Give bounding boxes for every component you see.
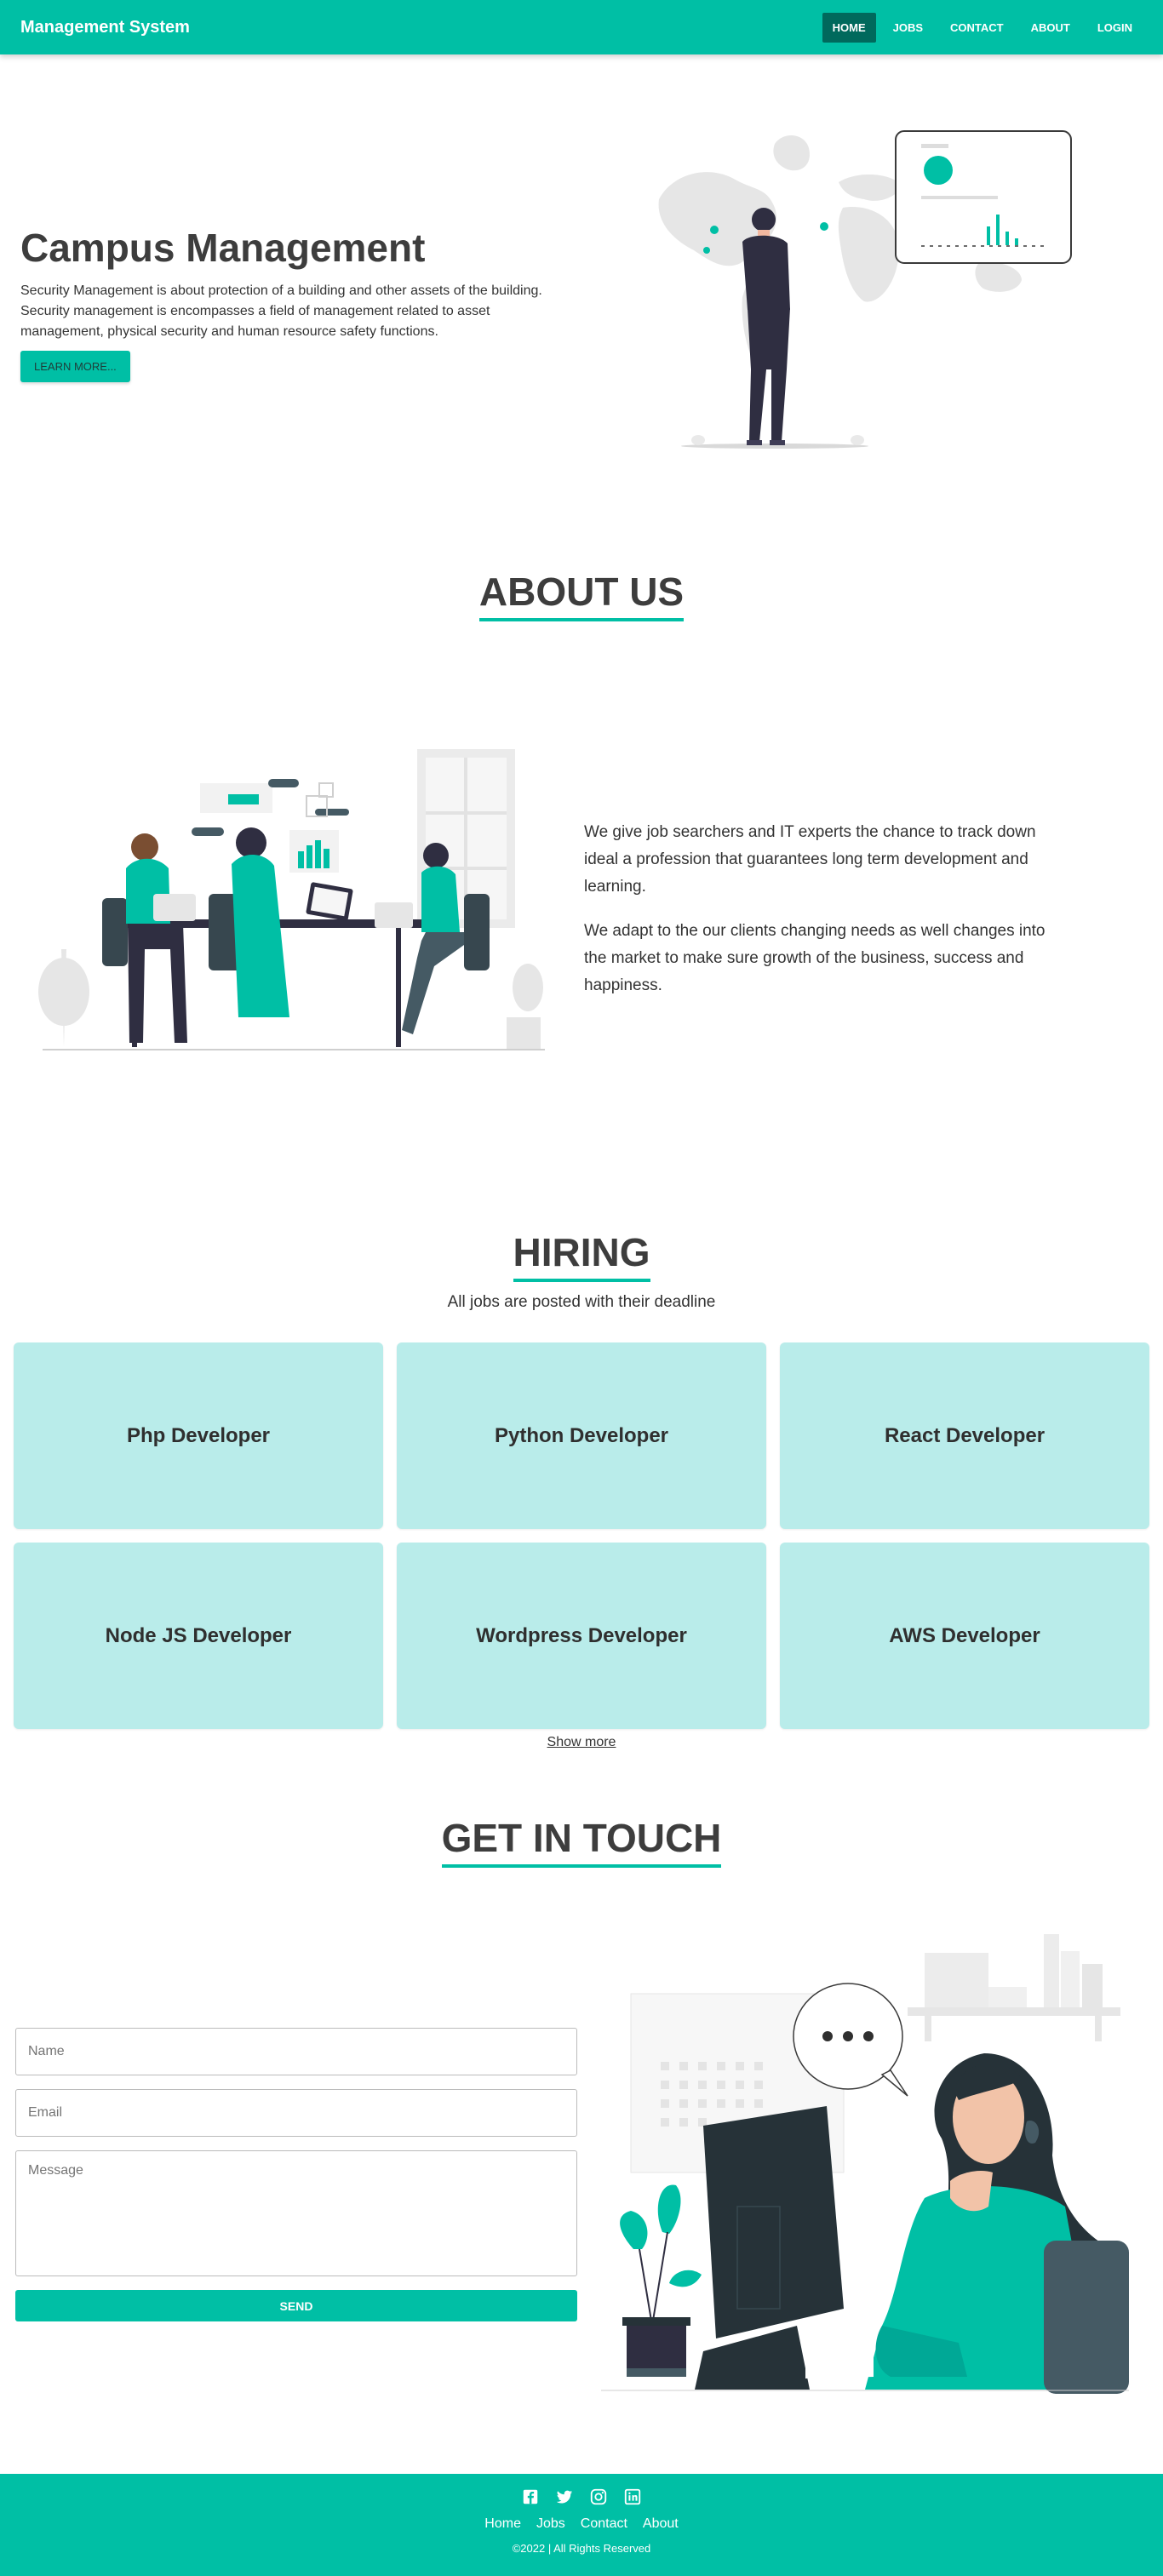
navbar: Management System HOME JOBS CONTACT ABOU… [0, 0, 1163, 54]
hero-title: Campus Management [20, 226, 426, 270]
linkedin-icon[interactable] [623, 2487, 642, 2506]
shelf-graphic [908, 1934, 1120, 2041]
about-title-wrap: ABOUT US [0, 569, 1163, 621]
brand-logo[interactable]: Management System [20, 18, 190, 37]
hiring-title-wrap: HIRING [0, 1229, 1163, 1282]
contact-title: GET IN TOUCH [441, 1815, 722, 1868]
hero-text: Campus Management Security Management is… [20, 225, 565, 382]
send-button[interactable]: SEND [15, 2290, 577, 2321]
twitter-icon[interactable] [555, 2487, 574, 2506]
nav-link-about[interactable]: ABOUT [1021, 13, 1080, 43]
about-paragraph: We give job searchers and IT experts the… [584, 823, 1036, 896]
facebook-icon[interactable] [521, 2487, 540, 2506]
show-more-link[interactable]: Show more [547, 1735, 616, 1749]
contact-illustration [601, 1934, 1129, 2394]
hero-illustration [658, 130, 1072, 449]
nav-link-home[interactable]: HOME [822, 12, 876, 43]
footer-links: Home Jobs Contact About [0, 2516, 1163, 2532]
footer-link-contact[interactable]: Contact [581, 2516, 627, 2532]
copyright-text: ©2022 | All Rights Reserved [512, 2542, 651, 2555]
learn-more-button[interactable]: LEARN MORE... [20, 351, 130, 382]
hiring-title: HIRING [513, 1229, 650, 1282]
nav-link-jobs[interactable]: JOBS [883, 13, 933, 43]
nav-link-login[interactable]: LOGIN [1087, 13, 1143, 43]
about-illustration [38, 749, 545, 1050]
job-card[interactable]: Node JS Developer [14, 1543, 383, 1729]
about-paragraph: We adapt to the our clients changing nee… [584, 922, 1046, 994]
email-input[interactable] [15, 2089, 577, 2137]
footer-link-home[interactable]: Home [484, 2516, 521, 2532]
social-links [0, 2487, 1163, 2506]
instagram-icon[interactable] [589, 2487, 608, 2506]
hero-description: Security Management is about protection … [20, 283, 542, 339]
job-card[interactable]: Wordpress Developer [397, 1543, 766, 1729]
message-input[interactable] [15, 2150, 577, 2276]
job-card[interactable]: Python Developer [397, 1342, 766, 1529]
footer: Home Jobs Contact About ©2022 | All Righ… [0, 2474, 1163, 2576]
support-agent [805, 2053, 1129, 2394]
job-card[interactable]: React Developer [780, 1342, 1149, 1529]
footer-link-about[interactable]: About [643, 2516, 679, 2532]
hiring-subtitle: All jobs are posted with their deadline [447, 1293, 716, 1311]
job-card[interactable]: AWS Developer [780, 1543, 1149, 1729]
plant-pot [620, 2184, 702, 2377]
name-input[interactable] [15, 2028, 577, 2075]
job-grid: Php Developer Python Developer React Dev… [14, 1342, 1149, 1729]
show-more-wrap: Show more [0, 1735, 1163, 1750]
contact-form: SEND [15, 2028, 577, 2321]
about-title: ABOUT US [478, 569, 685, 621]
job-card[interactable]: Php Developer [14, 1342, 383, 1529]
about-text: We give job searchers and IT experts the… [584, 819, 1061, 1016]
nav-link-contact[interactable]: CONTACT [940, 13, 1014, 43]
footer-link-jobs[interactable]: Jobs [536, 2516, 565, 2532]
hero-section: Campus Management Security Management is… [0, 54, 1163, 506]
dashboard-card [895, 130, 1072, 264]
contact-title-wrap: GET IN TOUCH [0, 1815, 1163, 1868]
nav-links: HOME JOBS CONTACT ABOUT LOGIN [822, 12, 1143, 43]
